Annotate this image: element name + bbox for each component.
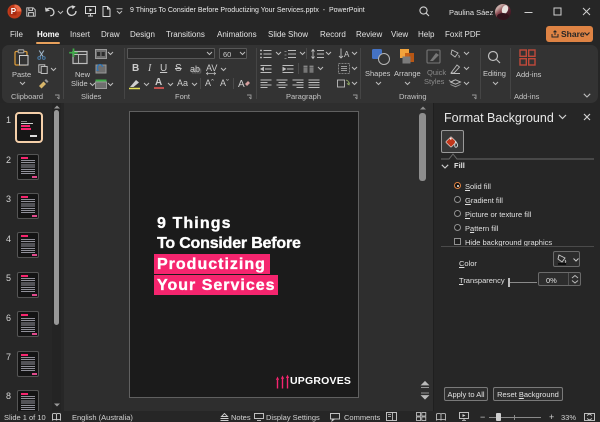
svg-text:A: A [238,79,245,90]
svg-text:A: A [344,50,350,59]
svg-text:P: P [11,7,17,16]
